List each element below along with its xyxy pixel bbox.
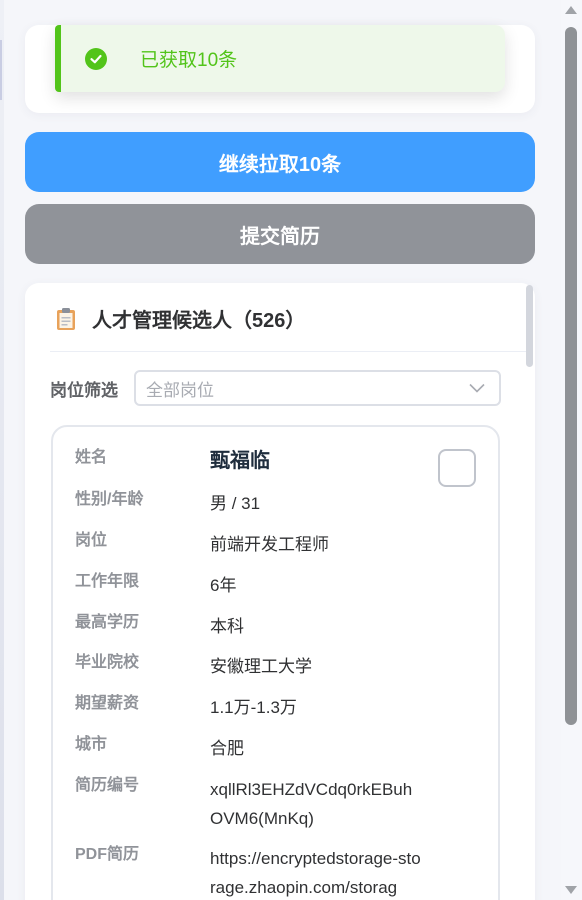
candidate-card: 姓名 甄福临 性别/年龄 男 / 31 岗位 前端开发工程师 工作年限 6年 最…	[51, 425, 500, 900]
field-pdf: PDF简历 https://encryptedstorage-storage.z…	[75, 844, 425, 900]
field-key: 性别/年龄	[75, 491, 144, 508]
toast-message: 已获取10条	[140, 50, 238, 71]
chevron-down-icon	[469, 383, 485, 393]
field-name: 姓名 甄福临	[75, 447, 425, 475]
field-key: 期望薪资	[75, 695, 140, 712]
panel-scroll-thumb[interactable]	[526, 285, 533, 367]
field-salary: 期望薪资 1.1万-1.3万	[75, 693, 425, 722]
field-value: 合肥	[210, 739, 244, 758]
page-scrollbar[interactable]	[561, 0, 582, 900]
field-value: 1.1万-1.3万	[210, 698, 297, 717]
field-value: 安徽理工大学	[210, 657, 312, 676]
panel-header: 人才管理候选人（526）	[50, 307, 529, 352]
field-key: 城市	[75, 736, 108, 753]
filter-label: 岗位筛选	[50, 380, 118, 400]
panel-scrollbar[interactable]	[524, 283, 534, 900]
candidate-panel: 人才管理候选人（526） 岗位筛选 全部岗位 姓名 甄福临 性别/年龄 男 / …	[25, 283, 535, 900]
position-select[interactable]: 全部岗位	[134, 370, 501, 406]
continue-fetch-button[interactable]: 继续拉取10条	[25, 132, 535, 192]
candidate-select-checkbox[interactable]	[438, 449, 476, 487]
scroll-up-arrow-icon[interactable]	[565, 6, 577, 14]
field-key: 姓名	[75, 449, 108, 466]
field-key: PDF简历	[75, 846, 140, 863]
pdf-link[interactable]: https://encryptedstorage-storage.zhaopin…	[210, 844, 425, 900]
field-gender-age: 性别/年龄 男 / 31	[75, 489, 425, 518]
submit-resume-button[interactable]: 提交简历	[25, 204, 535, 264]
field-value: 男 / 31	[210, 494, 261, 513]
clipboard-icon	[56, 307, 76, 331]
field-value: 6年	[210, 576, 237, 595]
field-value: xqllRl3EHZdVCdq0rkEBuhOVM6(MnKq)	[210, 780, 413, 828]
field-school: 毕业院校 安徽理工大学	[75, 652, 425, 681]
window-edge	[0, 0, 4, 900]
select-placeholder: 全部岗位	[146, 380, 214, 400]
field-key: 毕业院校	[75, 654, 140, 671]
scroll-down-arrow-icon[interactable]	[565, 886, 577, 894]
field-experience: 工作年限 6年	[75, 571, 425, 600]
check-circle-icon	[85, 47, 107, 70]
panel-title: 人才管理候选人（526）	[92, 310, 306, 332]
field-resume-id: 简历编号 xqllRl3EHZdVCdq0rkEBuhOVM6(MnKq)	[75, 775, 425, 833]
edge-mark	[0, 40, 2, 100]
field-key: 最高学历	[75, 614, 140, 631]
page-scroll-thumb[interactable]	[565, 27, 577, 725]
position-filter-row: 岗位筛选 全部岗位	[50, 370, 501, 406]
field-key: 工作年限	[75, 573, 140, 590]
field-value: 本科	[210, 617, 244, 636]
success-toast: 已获取10条	[55, 25, 505, 92]
field-key: 岗位	[75, 532, 108, 549]
field-city: 城市 合肥	[75, 734, 425, 763]
field-value: 甄福临	[210, 450, 270, 472]
field-value: 前端开发工程师	[210, 535, 329, 554]
field-education: 最高学历 本科	[75, 612, 425, 641]
field-position: 岗位 前端开发工程师	[75, 530, 425, 559]
field-key: 简历编号	[75, 777, 140, 794]
